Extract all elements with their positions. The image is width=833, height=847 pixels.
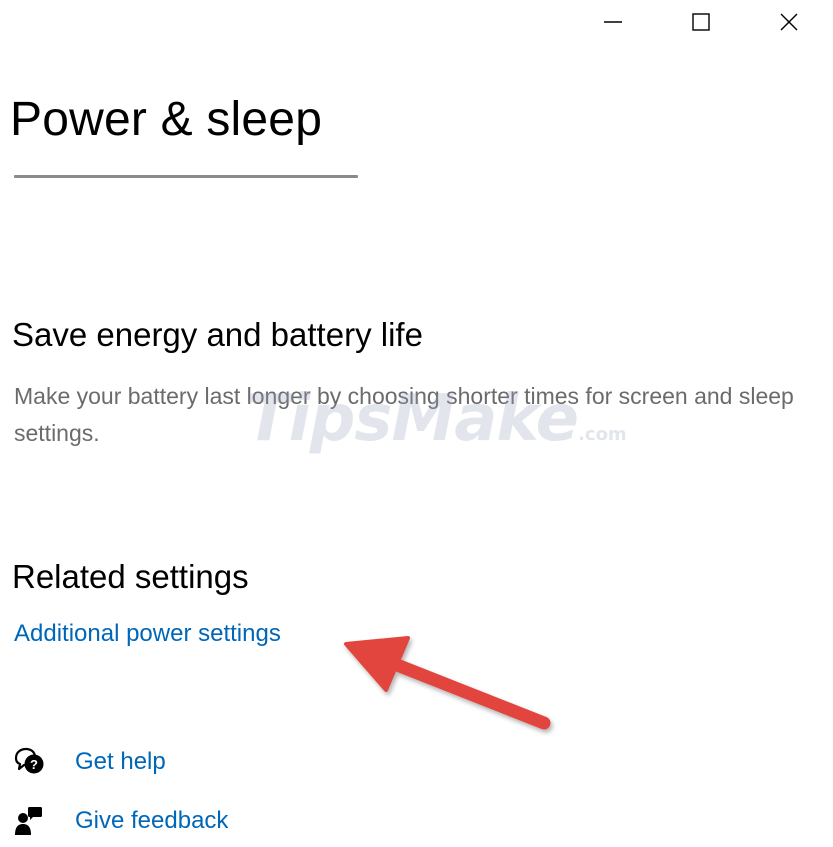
title-underline (14, 175, 358, 178)
close-button[interactable] (745, 0, 833, 44)
minimize-icon (603, 12, 623, 32)
additional-power-settings-link[interactable]: Additional power settings (14, 622, 281, 646)
minimize-button[interactable] (569, 0, 657, 44)
save-energy-description: Make your battery last longer by choosin… (14, 383, 794, 446)
give-feedback-icon (14, 805, 48, 837)
svg-text:?: ? (30, 757, 38, 772)
maximize-icon (691, 12, 711, 32)
window-caption-controls (569, 0, 833, 44)
page-title: Power & sleep (10, 93, 323, 146)
related-settings-heading: Related settings (12, 558, 249, 595)
get-help-label: Get help (75, 748, 166, 775)
maximize-button[interactable] (657, 0, 745, 44)
get-help-row[interactable]: ? Get help (14, 744, 166, 780)
get-help-icon: ? (14, 746, 48, 778)
save-energy-heading: Save energy and battery life (12, 316, 423, 353)
annotation-arrow (344, 636, 551, 730)
give-feedback-label: Give feedback (75, 807, 229, 834)
give-feedback-row[interactable]: Give feedback (14, 803, 228, 839)
close-icon (779, 12, 799, 32)
